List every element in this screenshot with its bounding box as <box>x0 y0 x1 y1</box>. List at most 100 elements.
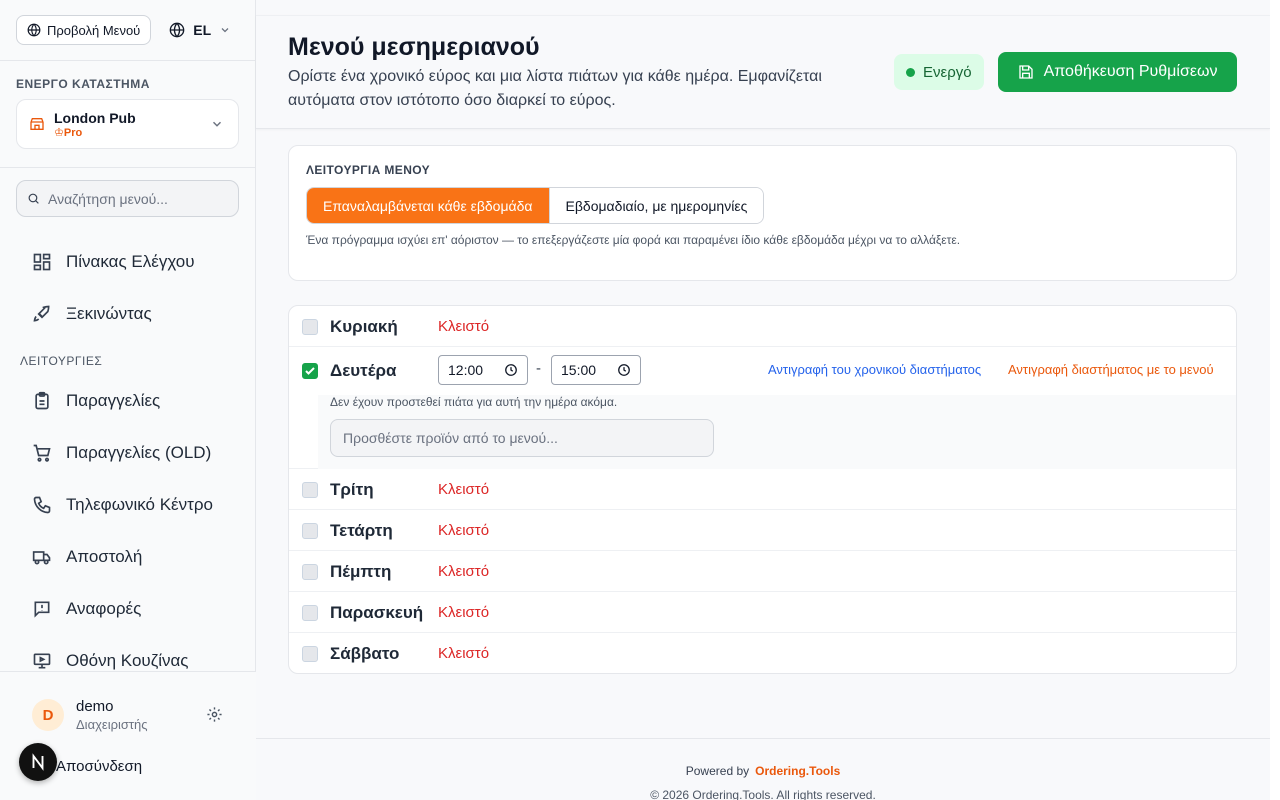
scrollbar[interactable] <box>1270 0 1280 800</box>
sidebar-item-label: Αναφορές <box>66 599 142 618</box>
day-name: Δευτέρα <box>330 361 397 380</box>
day-checkbox-friday[interactable] <box>302 605 318 621</box>
sidebar-item-orders-old[interactable]: Παραγγελίες (OLD) <box>32 439 211 467</box>
sidebar-item-label: Παραγγελίες <box>66 391 161 410</box>
sidebar: Προβολή Μενού EL ΕΝΕΡΓΟ ΚΑΤΑΣΤΗΜΑ London… <box>0 0 256 800</box>
page-footer: Powered by Ordering.Tools © 2026 Ordering… <box>256 738 1270 800</box>
user-name: demo <box>76 698 114 715</box>
check-icon <box>305 367 315 375</box>
truck-icon <box>32 551 51 565</box>
closed-label: Κλειστό <box>438 604 490 621</box>
sidebar-item-delivery[interactable]: Αποστολή <box>32 543 142 571</box>
closed-label: Κλειστό <box>438 481 490 498</box>
time-separator: - <box>536 360 541 377</box>
gear-icon[interactable] <box>206 706 223 723</box>
days-schedule-card: Κυριακή Κλειστό Δευτέρα 12:00 - 15:00 Αν… <box>288 305 1237 674</box>
day-name: Σάββατο <box>330 644 400 663</box>
active-store-caption: ΕΝΕΡΓΟ ΚΑΤΑΣΤΗΜΑ <box>16 77 150 91</box>
day-checkbox-tuesday[interactable] <box>302 482 318 498</box>
store-plan: ♔Pro <box>54 126 210 139</box>
clock-icon <box>618 364 630 376</box>
n-logo-icon[interactable] <box>19 743 57 781</box>
logout-button[interactable]: Αποσύνδεση <box>56 758 142 775</box>
add-product-input[interactable] <box>330 419 714 457</box>
search-input[interactable] <box>48 190 228 207</box>
sidebar-item-getting-started[interactable]: Ξεκινώντας <box>32 300 152 328</box>
day-checkbox-thursday[interactable] <box>302 564 318 580</box>
active-store-section: ΕΝΕΡΓΟ ΚΑΤΑΣΤΗΜΑ London Pub ♔Pro <box>0 61 255 168</box>
start-time-input[interactable]: 12:00 <box>438 355 528 385</box>
monitor-icon <box>33 653 51 669</box>
status-dot-icon <box>906 67 915 77</box>
day-row-friday: Παρασκευή Κλειστό <box>289 592 1236 633</box>
report-icon <box>34 601 50 618</box>
closed-label: Κλειστό <box>438 645 490 662</box>
clipboard-icon <box>35 391 49 410</box>
store-name: London Pub <box>54 109 136 126</box>
language-selector[interactable]: EL <box>169 22 231 38</box>
search-icon <box>28 193 39 204</box>
sidebar-item-label: Οθόνη Κουζίνας <box>66 651 189 670</box>
copy-with-menu-link[interactable]: Αντιγραφή διαστήματος με το μενού <box>1008 362 1214 377</box>
day-checkbox-wednesday[interactable] <box>302 523 318 539</box>
menu-search <box>16 180 239 217</box>
day-name: Τετάρτη <box>330 521 393 540</box>
status-badge: Ενεργό <box>894 54 984 90</box>
day-row-wednesday: Τετάρτη Κλειστό <box>289 510 1236 551</box>
page-subtitle: Ορίστε ένα χρονικό εύρος και μια λίστα π… <box>288 68 822 109</box>
day-row-monday: Δευτέρα 12:00 - 15:00 Αντιγραφή του χρον… <box>289 347 1236 469</box>
save-settings-button[interactable]: Αποθήκευση Ρυθμίσεων <box>998 52 1237 92</box>
phone-icon <box>33 496 51 514</box>
monday-dishes-panel: Δεν έχουν προστεθεί πιάτα για αυτή την η… <box>318 395 1236 469</box>
day-name: Κυριακή <box>330 317 398 336</box>
mode-option-dated[interactable]: Εβδομαδιαίο, με ημερομηνίες <box>548 188 764 223</box>
view-menu-button[interactable]: Προβολή Μενού <box>16 15 152 45</box>
dashboard-grid-icon <box>33 253 51 271</box>
day-checkbox-monday[interactable] <box>302 363 318 379</box>
day-row-tuesday: Τρίτη Κλειστό <box>289 469 1236 510</box>
sidebar-item-label: Παραγγελίες (OLD) <box>66 443 212 462</box>
globe-icon <box>27 23 41 37</box>
page-header: Μενού μεσημεριανού Ορίστε ένα χρονικό εύ… <box>256 15 1270 129</box>
copy-time-link[interactable]: Αντιγραφή του χρονικού διαστήματος <box>768 362 981 377</box>
no-dishes-message: Δεν έχουν προστεθεί πιάτα για αυτή την η… <box>330 395 618 409</box>
brand-link[interactable]: Ordering.Tools <box>755 764 840 778</box>
chevron-down-icon <box>212 121 222 127</box>
start-time-value: 12:00 <box>448 362 484 378</box>
day-row-thursday: Πέμπτη Κλειστό <box>289 551 1236 592</box>
language-code: EL <box>193 22 212 38</box>
store-plan-label: Pro <box>63 126 83 139</box>
sidebar-item-dashboard[interactable]: Πίνακας Ελέγχου <box>32 248 195 276</box>
end-time-input[interactable]: 15:00 <box>551 355 641 385</box>
closed-label: Κλειστό <box>438 522 490 539</box>
mode-option-weekly[interactable]: Επαναλαμβάνεται κάθε εβδομάδα <box>307 188 549 223</box>
sidebar-item-orders[interactable]: Παραγγελίες <box>32 387 160 415</box>
sidebar-item-reports[interactable]: Αναφορές <box>32 595 141 623</box>
save-settings-label: Αποθήκευση Ρυθμίσεων <box>1043 63 1218 80</box>
page-title: Μενού μεσημεριανού <box>288 33 540 61</box>
day-name: Τρίτη <box>330 480 374 499</box>
sidebar-item-call-center[interactable]: Τηλεφωνικό Κέντρο <box>32 491 213 519</box>
store-icon <box>30 118 44 130</box>
chevron-down-icon <box>221 28 229 33</box>
sidebar-top-bar: Προβολή Μενού EL <box>0 0 255 61</box>
sidebar-item-label: Πίνακας Ελέγχου <box>66 252 195 271</box>
clock-icon <box>505 364 517 376</box>
day-name: Παρασκευή <box>330 603 424 622</box>
crown-icon: ♔ <box>54 126 64 139</box>
day-checkbox-saturday[interactable] <box>302 646 318 662</box>
day-checkbox-sunday[interactable] <box>302 319 318 335</box>
status-label: Ενεργό <box>923 63 972 81</box>
save-icon <box>1018 65 1033 79</box>
features-caption: ΛΕΙΤΟΥΡΓΙΕΣ <box>20 354 103 368</box>
cart-icon <box>33 444 51 462</box>
user-role: Διαχειριστής <box>76 717 148 732</box>
day-row-saturday: Σάββατο Κλειστό <box>289 633 1236 673</box>
copyright: © 2026 Ordering.Tools. All rights reserv… <box>650 788 876 800</box>
menu-mode-card: ΛΕΙΤΟΥΡΓΙΑ ΜΕΝΟΥ Επαναλαμβάνεται κάθε εβ… <box>288 145 1237 281</box>
day-name: Πέμπτη <box>330 562 392 581</box>
store-selector[interactable]: London Pub ♔Pro <box>16 99 239 149</box>
closed-label: Κλειστό <box>438 563 490 580</box>
end-time-value: 15:00 <box>561 362 597 378</box>
menu-mode-help: Ένα πρόγραμμα ισχύει επ' αόριστον — το ε… <box>306 233 961 247</box>
